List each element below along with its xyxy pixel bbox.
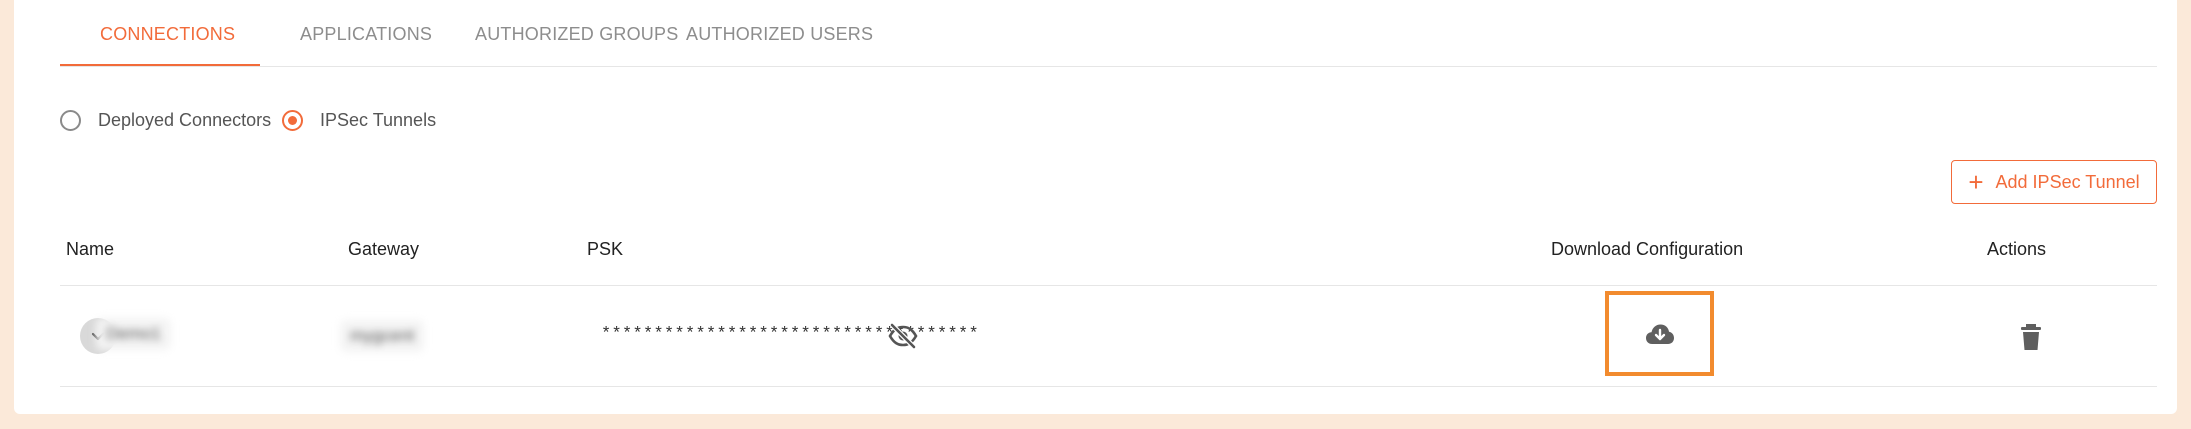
radio-ipsec-tunnels[interactable]: IPSec Tunnels: [282, 110, 436, 131]
trash-icon: [2021, 324, 2041, 350]
tunnel-gateway: mygcent: [340, 320, 425, 352]
add-ipsec-tunnel-label: Add IPSec Tunnel: [1995, 171, 2140, 192]
radio-label-deployed-connectors: Deployed Connectors: [98, 110, 272, 130]
column-header-actions: Actions: [1987, 239, 2047, 259]
cloud-download-icon: [1645, 324, 1674, 344]
column-header-name: Name: [66, 239, 115, 259]
radio-unchecked-icon[interactable]: [60, 110, 81, 131]
add-ipsec-tunnel-button[interactable]: + Add IPSec Tunnel: [1951, 160, 2157, 204]
toggle-psk-visibility-button[interactable]: [887, 322, 919, 350]
psk-value: ************************************: [601, 325, 980, 344]
delete-tunnel-button[interactable]: [2019, 323, 2043, 351]
connections-panel: CONNECTIONS APPLICATIONS AUTHORIZED GROU…: [14, 0, 2177, 414]
column-header-psk: PSK: [587, 239, 624, 259]
column-header-gateway: Gateway: [348, 239, 420, 259]
tab-applications[interactable]: APPLICATIONS: [300, 24, 432, 45]
tab-connections[interactable]: CONNECTIONS: [100, 24, 235, 45]
eye-off-icon: [888, 323, 918, 349]
tab-bar: CONNECTIONS APPLICATIONS AUTHORIZED GROU…: [60, 0, 2157, 67]
column-header-download-configuration: Download Configuration: [1551, 239, 1744, 259]
row-divider: [60, 386, 2157, 387]
tab-authorized-groups[interactable]: AUTHORIZED GROUPS: [475, 24, 678, 45]
header-divider: [60, 285, 2157, 286]
tab-authorized-users[interactable]: AUTHORIZED USERS: [686, 24, 873, 45]
radio-checked-icon[interactable]: [282, 110, 303, 131]
radio-deployed-connectors[interactable]: Deployed Connectors: [60, 110, 271, 131]
radio-label-ipsec-tunnels: IPSec Tunnels: [320, 110, 437, 130]
active-tab-indicator: [60, 64, 260, 66]
tunnel-name: Demo1: [96, 318, 171, 350]
download-configuration-button[interactable]: [1605, 291, 1714, 376]
plus-icon: +: [1968, 167, 1984, 197]
